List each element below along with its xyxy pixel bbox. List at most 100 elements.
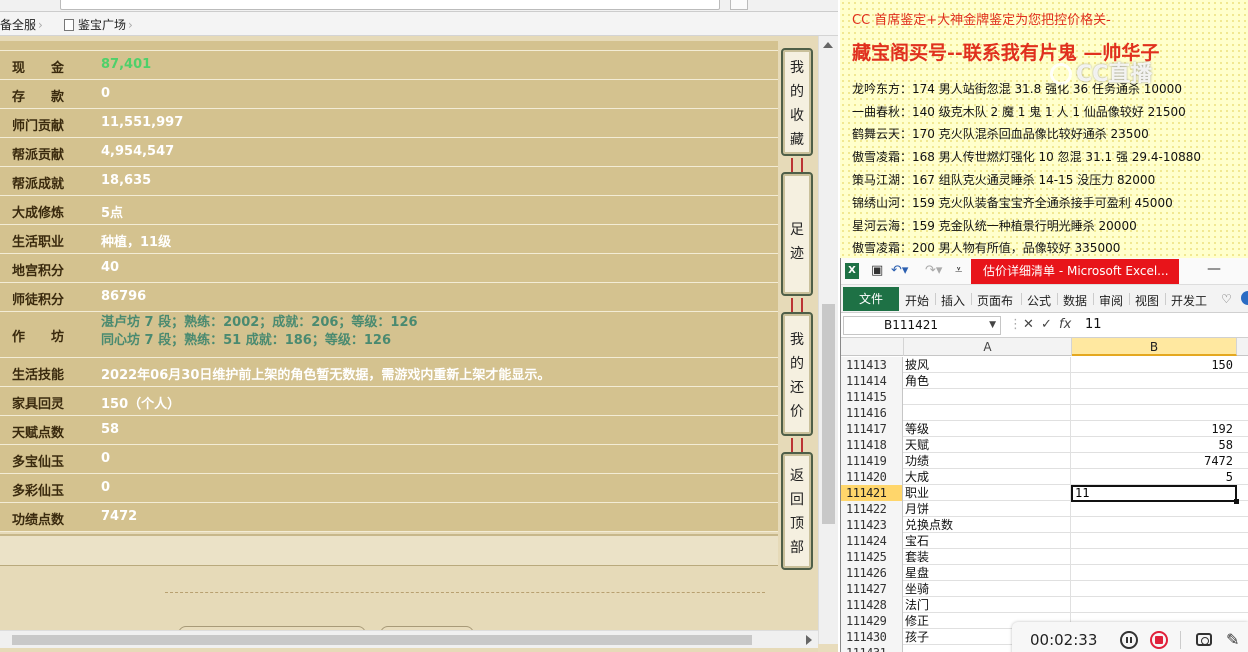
scroll-up-icon[interactable] bbox=[823, 42, 833, 48]
cell-b[interactable] bbox=[1072, 517, 1237, 533]
row-number[interactable]: 111423 bbox=[841, 517, 903, 533]
fx-icon[interactable]: fx bbox=[1059, 317, 1071, 332]
tab-data[interactable]: 数据 bbox=[1063, 292, 1087, 309]
my-bids-button[interactable]: 我的还价 bbox=[781, 312, 813, 436]
cell-b[interactable] bbox=[1072, 389, 1237, 405]
tab-home[interactable]: 开始 bbox=[905, 292, 929, 309]
cell-a[interactable]: 等级 bbox=[904, 421, 1071, 437]
footprints-button[interactable]: 足迹 bbox=[781, 172, 813, 296]
cell-b[interactable]: 58 bbox=[1072, 437, 1237, 453]
tab-view[interactable]: 视图 bbox=[1135, 292, 1159, 309]
row-number[interactable]: 111420 bbox=[841, 469, 903, 485]
cell-b[interactable]: 7472 bbox=[1072, 453, 1237, 469]
cancel-icon[interactable]: ✕ bbox=[1023, 317, 1034, 332]
cell-a[interactable]: 套装 bbox=[904, 549, 1071, 565]
cell-b[interactable]: 5 bbox=[1072, 469, 1237, 485]
row-value: 0 bbox=[101, 480, 111, 495]
cell-b[interactable] bbox=[1072, 549, 1237, 565]
table-row: 生活技能 2022年06月30日维护前上架的角色暂无数据，需游戏内重新上架才能显示… bbox=[0, 358, 778, 387]
spreadsheet-row: 111425 套装 bbox=[841, 549, 1248, 565]
pen-icon[interactable]: ✎ bbox=[1226, 630, 1239, 649]
tab-insert[interactable]: 插入 bbox=[941, 292, 965, 309]
scrollbar-thumb[interactable] bbox=[822, 304, 835, 524]
row-number[interactable]: 111429 bbox=[841, 613, 903, 629]
cell-a[interactable]: 功绩 bbox=[904, 453, 1071, 469]
row-number[interactable]: 111431 bbox=[841, 645, 903, 652]
cell-a[interactable] bbox=[904, 389, 1071, 405]
row-number[interactable]: 111413 bbox=[841, 357, 903, 373]
check-icon[interactable]: ✓ bbox=[1041, 317, 1052, 332]
cell-b[interactable] bbox=[1072, 597, 1237, 613]
row-number[interactable]: 111414 bbox=[841, 373, 903, 389]
cell-a[interactable]: 角色 bbox=[904, 373, 1071, 389]
scroll-right-icon[interactable] bbox=[806, 635, 812, 645]
row-number[interactable]: 111415 bbox=[841, 389, 903, 405]
row-number[interactable]: 111418 bbox=[841, 437, 903, 453]
chevron-down-icon[interactable]: ▼ bbox=[989, 317, 996, 334]
quick-access-menu-icon[interactable]: ⩡ bbox=[955, 263, 962, 278]
cell-a[interactable] bbox=[904, 405, 1071, 421]
cell-a[interactable]: 月饼 bbox=[904, 501, 1071, 517]
tab-file[interactable]: 文件 bbox=[843, 287, 899, 311]
bookmark-item[interactable]: 备全服 › bbox=[0, 16, 43, 33]
tab-review[interactable]: 审阅 bbox=[1099, 292, 1123, 309]
cell-b[interactable] bbox=[1072, 565, 1237, 581]
name-box[interactable]: B111421 ▼ bbox=[843, 316, 1001, 335]
address-go-button[interactable] bbox=[730, 0, 748, 10]
tab-formulas[interactable]: 公式 bbox=[1027, 292, 1051, 309]
active-cell[interactable]: 11 bbox=[1071, 485, 1239, 504]
tab-developer[interactable]: 开发工 bbox=[1171, 292, 1207, 309]
cell-b[interactable] bbox=[1072, 501, 1237, 517]
vertical-scrollbar[interactable] bbox=[818, 36, 838, 644]
undo-icon[interactable]: ↶▾ bbox=[891, 263, 908, 278]
ribbon-collapse-icon[interactable]: ♡ bbox=[1221, 292, 1232, 306]
resize-handle-icon[interactable]: ⋮ bbox=[1009, 317, 1022, 332]
row-number[interactable]: 111416 bbox=[841, 405, 903, 421]
row-number[interactable]: 111427 bbox=[841, 581, 903, 597]
cell-a[interactable]: 坐骑 bbox=[904, 581, 1071, 597]
help-icon[interactable] bbox=[1241, 291, 1248, 305]
row-number[interactable]: 111425 bbox=[841, 549, 903, 565]
horizontal-scrollbar[interactable] bbox=[0, 630, 818, 648]
row-number[interactable]: 111421 bbox=[841, 485, 903, 501]
cell-a[interactable]: 披风 bbox=[904, 357, 1071, 373]
row-number[interactable]: 111417 bbox=[841, 421, 903, 437]
formula-input[interactable]: 11 bbox=[1085, 317, 1102, 332]
row-value: 58 bbox=[101, 422, 120, 437]
save-icon[interactable]: ▣ bbox=[871, 263, 883, 278]
scrollbar-thumb[interactable] bbox=[12, 635, 752, 645]
tab-page-layout[interactable]: 页面布 bbox=[977, 292, 1013, 309]
cell-b[interactable] bbox=[1072, 373, 1237, 389]
back-to-top-button[interactable]: 返回顶部 bbox=[781, 452, 813, 570]
cell-a[interactable]: 职业 bbox=[904, 485, 1071, 501]
row-number[interactable]: 111419 bbox=[841, 453, 903, 469]
bookmark-item[interactable]: 鉴宝广场 › bbox=[64, 16, 133, 33]
cell-a[interactable]: 大成 bbox=[904, 469, 1071, 485]
row-number[interactable]: 111422 bbox=[841, 501, 903, 517]
column-header[interactable]: A bbox=[904, 338, 1072, 356]
cell-b[interactable]: 150 bbox=[1072, 357, 1237, 373]
cell-b[interactable]: 192 bbox=[1072, 421, 1237, 437]
pause-icon[interactable] bbox=[1120, 631, 1138, 649]
cell-a[interactable]: 星盘 bbox=[904, 565, 1071, 581]
row-number[interactable]: 111428 bbox=[841, 597, 903, 613]
favorites-button[interactable]: 我的收藏 bbox=[781, 48, 813, 156]
cell-a[interactable]: 宝石 bbox=[904, 533, 1071, 549]
cell-a[interactable]: 法门 bbox=[904, 597, 1071, 613]
column-header[interactable]: B bbox=[1072, 338, 1237, 356]
row-number[interactable]: 111430 bbox=[841, 629, 903, 645]
cell-a[interactable]: 兑换点数 bbox=[904, 517, 1071, 533]
stop-icon[interactable] bbox=[1150, 631, 1168, 649]
minimize-icon[interactable]: — bbox=[1207, 261, 1221, 277]
select-all-corner[interactable] bbox=[841, 338, 904, 356]
cell-b[interactable] bbox=[1072, 581, 1237, 597]
address-bar[interactable] bbox=[60, 0, 720, 10]
redo-icon[interactable]: ↷▾ bbox=[925, 263, 942, 278]
row-number[interactable]: 111426 bbox=[841, 565, 903, 581]
cell-b[interactable] bbox=[1072, 405, 1237, 421]
my-bids-label: 我的还价 bbox=[790, 332, 804, 420]
cell-b[interactable] bbox=[1072, 533, 1237, 549]
camera-icon[interactable] bbox=[1196, 633, 1212, 646]
cell-a[interactable]: 天赋 bbox=[904, 437, 1071, 453]
row-number[interactable]: 111424 bbox=[841, 533, 903, 549]
